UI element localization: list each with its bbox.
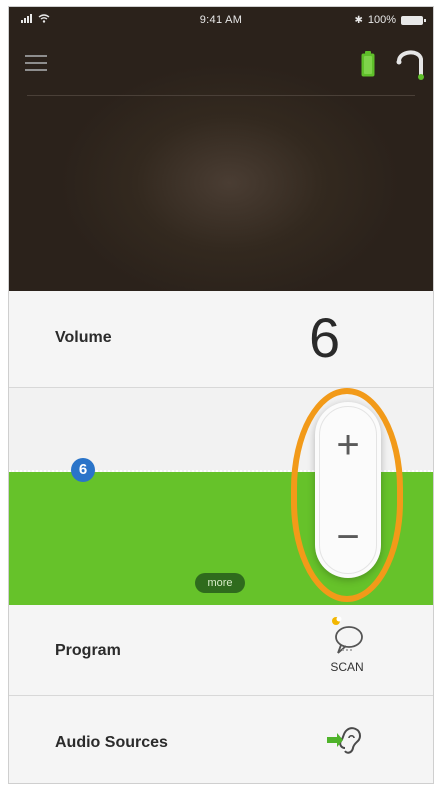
program-row[interactable]: Program SCAN: [9, 605, 433, 696]
volume-label: Volume: [55, 329, 112, 346]
hearing-aid-icon[interactable]: [395, 47, 425, 81]
scan-label: SCAN: [330, 660, 364, 674]
stepper-highlight-ring: [291, 388, 403, 602]
battery-percent: 100%: [367, 14, 396, 26]
app-screen: 9:41 AM ✱ 100% Volume 6 6 more + − Progr…: [8, 6, 434, 784]
volume-value: 6: [309, 306, 341, 369]
audio-sources-row[interactable]: Audio Sources: [9, 696, 433, 783]
audio-sources-label: Audio Sources: [55, 734, 168, 751]
volume-level-badge: 6: [71, 458, 95, 482]
program-label: Program: [55, 642, 121, 659]
menu-icon[interactable]: [25, 55, 47, 71]
volume-row: Volume 6: [9, 291, 433, 388]
bluetooth-icon: ✱: [354, 14, 363, 26]
status-bar: 9:41 AM ✱ 100%: [9, 7, 433, 33]
header-area: 9:41 AM ✱ 100%: [9, 7, 433, 291]
status-battery: ✱ 100%: [354, 14, 426, 26]
more-button[interactable]: more: [195, 573, 245, 593]
status-battery-icon: [401, 15, 426, 25]
header-divider: [27, 95, 415, 96]
audio-streaming-icon[interactable]: [325, 720, 369, 760]
volume-slider-area[interactable]: 6 more + −: [9, 388, 433, 605]
battery-icon[interactable]: [361, 51, 375, 77]
scan-icon[interactable]: [327, 613, 367, 657]
